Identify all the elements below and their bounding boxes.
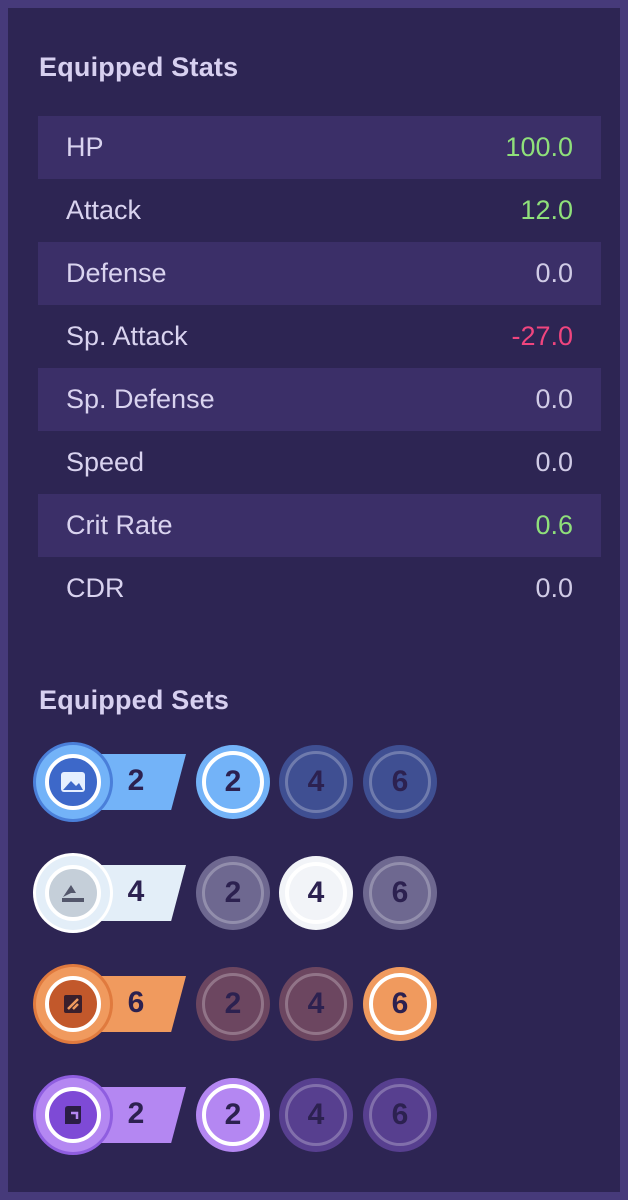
stat-label: Speed (66, 447, 145, 477)
stat-label: Defense (66, 258, 167, 288)
stat-value: -27.0 (511, 321, 573, 351)
equipped-panel: Equipped Stats HP 100.0 Attack 12.0 Defe… (0, 0, 628, 1200)
set-row-purple[interactable]: 2 2 4 6 (8, 1076, 628, 1156)
stat-value: 0.0 (535, 573, 573, 603)
tier-2-badge[interactable]: 2 (196, 856, 270, 930)
tier-4-badge[interactable]: 4 (279, 967, 353, 1041)
stat-value: 0.6 (535, 510, 573, 540)
stat-value: 100.0 (505, 132, 573, 162)
tier-2-badge[interactable]: 2 (196, 967, 270, 1041)
stat-row-hp: HP 100.0 (38, 116, 601, 179)
tier-6-badge[interactable]: 6 (363, 745, 437, 819)
stat-label: Crit Rate (66, 510, 173, 540)
stat-row-speed: Speed 0.0 (38, 431, 601, 494)
stat-row-defense: Defense 0.0 (38, 242, 601, 305)
stat-value: 0.0 (535, 258, 573, 288)
tier-4-badge[interactable]: 4 (279, 745, 353, 819)
equipped-sets-title: Equipped Sets (39, 685, 230, 715)
stat-row-sp-attack: Sp. Attack -27.0 (38, 305, 601, 368)
tier-4-badge[interactable]: 4 (279, 856, 353, 930)
tier-2-badge[interactable]: 2 (196, 745, 270, 819)
stat-value: 0.0 (535, 447, 573, 477)
stat-label: Sp. Attack (66, 321, 188, 351)
tier-6-badge[interactable]: 6 (363, 967, 437, 1041)
stat-row-crit-rate: Crit Rate 0.6 (38, 494, 601, 557)
set-row-blue[interactable]: 2 2 4 6 (8, 743, 628, 823)
stat-label: HP (66, 132, 104, 162)
purple-set-icon[interactable] (36, 1078, 110, 1152)
set-count: 2 (127, 764, 145, 797)
set-count: 4 (127, 875, 145, 908)
set-row-white[interactable]: 4 2 4 6 (8, 854, 628, 934)
tier-6-badge[interactable]: 6 (363, 856, 437, 930)
stat-label: CDR (66, 573, 125, 603)
stat-label: Attack (66, 195, 142, 225)
stat-row-attack: Attack 12.0 (38, 179, 601, 242)
stat-label: Sp. Defense (66, 384, 215, 414)
equipped-stats-title: Equipped Stats (39, 52, 239, 82)
stat-value: 0.0 (535, 384, 573, 414)
tier-4-badge[interactable]: 4 (279, 1078, 353, 1152)
stat-row-sp-defense: Sp. Defense 0.0 (38, 368, 601, 431)
set-row-orange[interactable]: 6 2 4 6 (8, 965, 628, 1045)
stats-list: HP 100.0 Attack 12.0 Defense 0.0 Sp. Att… (38, 116, 601, 620)
set-count: 2 (127, 1097, 145, 1130)
blue-set-icon[interactable] (36, 745, 110, 819)
orange-set-icon[interactable] (36, 967, 110, 1041)
stat-row-cdr: CDR 0.0 (38, 557, 601, 620)
set-count: 6 (127, 986, 145, 1019)
tier-2-badge[interactable]: 2 (196, 1078, 270, 1152)
white-set-icon[interactable] (36, 856, 110, 930)
stat-value: 12.0 (520, 195, 573, 225)
tier-6-badge[interactable]: 6 (363, 1078, 437, 1152)
